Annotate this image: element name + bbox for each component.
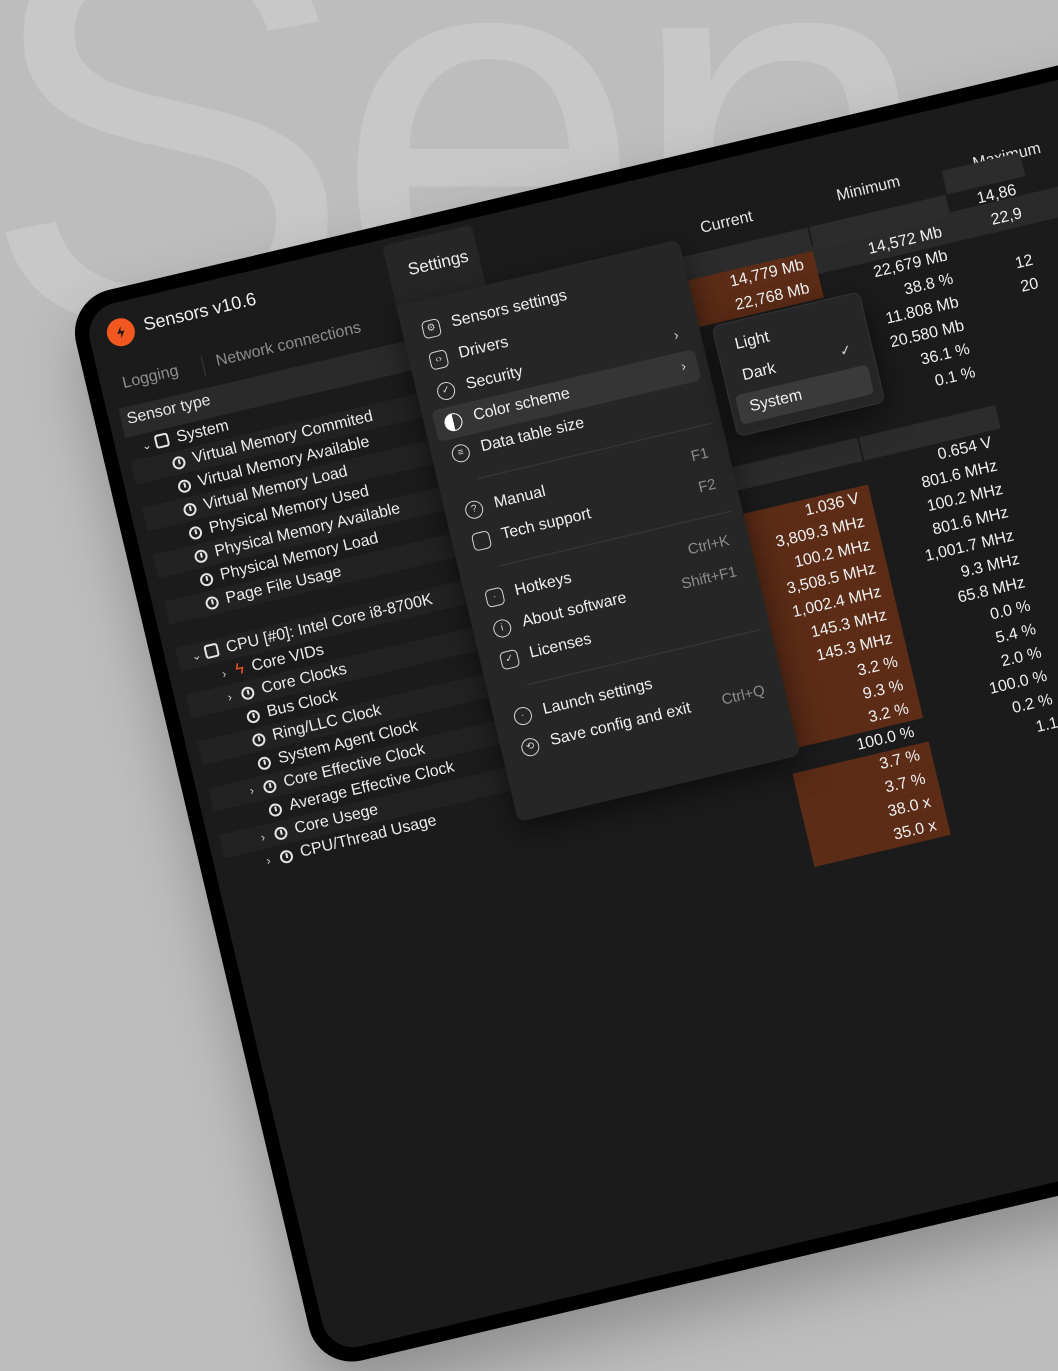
bolt-icon <box>104 315 138 350</box>
chevron-right-icon: › <box>679 357 688 375</box>
gauge-icon <box>176 478 193 495</box>
gauge-icon <box>267 802 284 818</box>
menu-item-label: Manual <box>492 483 548 512</box>
code-icon: ‹› <box>427 349 450 371</box>
shortcut-label: F1 <box>689 444 711 466</box>
gauge-icon <box>256 755 273 772</box>
info-icon: i <box>491 617 514 640</box>
check-icon: ✓ <box>837 340 854 360</box>
submenu-item-label: Light <box>733 328 771 354</box>
tab-logging[interactable]: Logging <box>121 362 181 393</box>
menu-item-label: Security <box>464 363 525 393</box>
tab-settings-label: Settings <box>406 246 471 280</box>
clock-icon: · <box>512 705 534 727</box>
gauge-icon <box>193 548 209 565</box>
save-icon: ⟲ <box>519 736 542 759</box>
tab-divider <box>200 356 207 377</box>
gauge-icon <box>198 571 215 588</box>
gauge-icon <box>187 525 204 541</box>
submenu-item-label: Dark <box>740 359 778 385</box>
menu-item-label: Drivers <box>456 333 511 362</box>
submenu-item-label: System <box>748 386 804 416</box>
shield-check-icon: ✓ <box>435 380 457 402</box>
keyboard-icon: · <box>484 586 506 609</box>
gauge-icon <box>251 732 267 748</box>
gauge-icon <box>204 595 220 611</box>
menu-item-label: Hotkeys <box>513 569 574 600</box>
shortcut-label: Ctrl+Q <box>719 682 767 709</box>
app-window: Sensors v10.6 Logging Network connection… <box>82 0 1058 1354</box>
shortcut-label: Ctrl+K <box>686 532 732 559</box>
shortcut-label: Shift+F1 <box>679 563 739 593</box>
table-icon: ≡ <box>450 442 472 465</box>
chat-icon <box>470 530 493 552</box>
gauge-icon <box>182 501 198 518</box>
question-icon: ? <box>463 498 486 521</box>
chevron-right-icon: › <box>671 326 681 343</box>
app-title: Sensors v10.6 <box>141 288 259 335</box>
laptop-frame: Sensors v10.6 Logging Network connection… <box>66 0 1058 1371</box>
gauge-icon <box>171 455 187 471</box>
license-icon: ✓ <box>498 648 521 671</box>
chip-icon <box>153 432 171 450</box>
hexagon-gear-icon: ⚙ <box>420 317 443 340</box>
chip-icon <box>203 642 221 660</box>
gauge-icon <box>245 708 262 725</box>
contrast-icon <box>442 411 465 433</box>
shortcut-label: F2 <box>696 475 718 497</box>
